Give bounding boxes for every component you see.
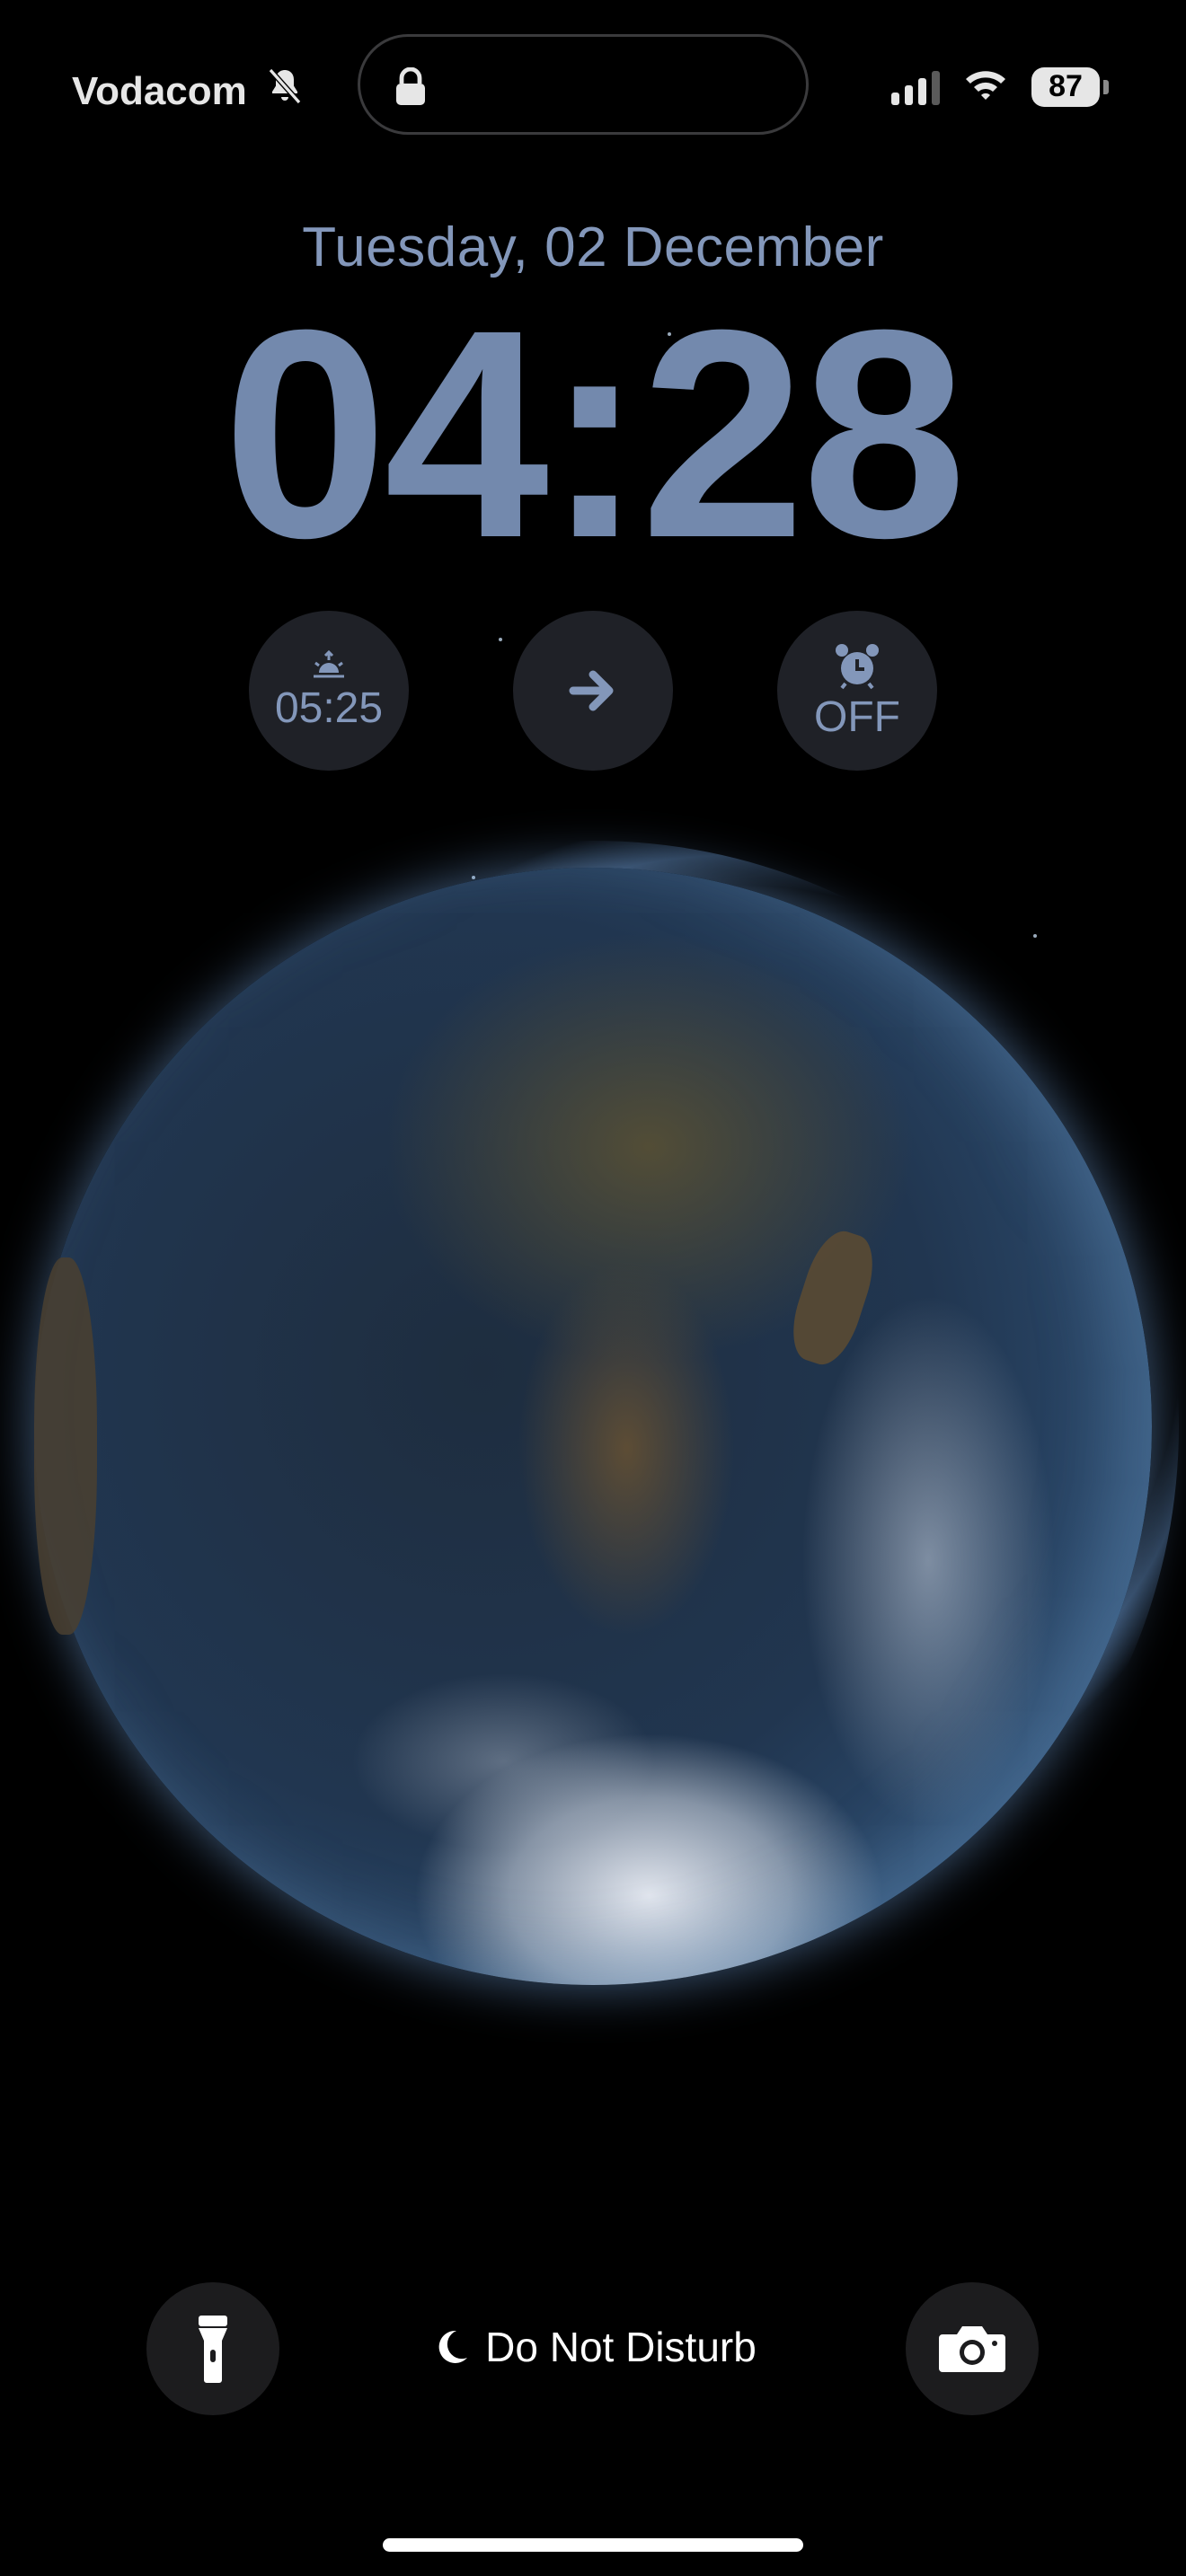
- status-icons: 87: [891, 66, 1109, 107]
- carrier: Vodacom: [72, 65, 306, 118]
- home-indicator[interactable]: [383, 2538, 803, 2552]
- battery-level: 87: [1031, 66, 1100, 107]
- alarm-widget[interactable]: OFF: [777, 611, 937, 771]
- sunrise-time: 05:25: [274, 684, 384, 732]
- arrow-right-icon: [566, 664, 620, 718]
- bell-slash-icon: [263, 65, 306, 118]
- lock-screen: Vodacom 87 Tuesday, 02 December 04:28 05…: [0, 0, 1186, 2576]
- star: [668, 332, 671, 336]
- battery-icon: 87: [1031, 66, 1109, 107]
- lock-icon: [396, 67, 425, 105]
- carrier-name: Vodacom: [72, 68, 247, 113]
- arrow-widget[interactable]: [513, 611, 673, 771]
- moon-icon: [438, 2330, 468, 2363]
- sunrise-icon: [311, 650, 347, 681]
- wifi-icon: [963, 66, 1008, 107]
- cellular-signal-icon: [891, 69, 940, 105]
- dynamic-island: [358, 34, 809, 135]
- sunrise-widget[interactable]: 05:25: [249, 611, 409, 771]
- star: [499, 638, 502, 641]
- alarm-status: OFF: [814, 693, 900, 741]
- earth-wallpaper: [7, 841, 1179, 2012]
- camera-button[interactable]: [906, 2282, 1039, 2415]
- south-america-landmass: [34, 1257, 97, 1635]
- camera-icon: [939, 2326, 1005, 2372]
- earth-globe: [34, 868, 1152, 1985]
- lock-time[interactable]: 04:28: [0, 286, 1186, 582]
- alarm-clock-icon: [833, 641, 881, 690]
- focus-label: Do Not Disturb: [485, 2324, 757, 2370]
